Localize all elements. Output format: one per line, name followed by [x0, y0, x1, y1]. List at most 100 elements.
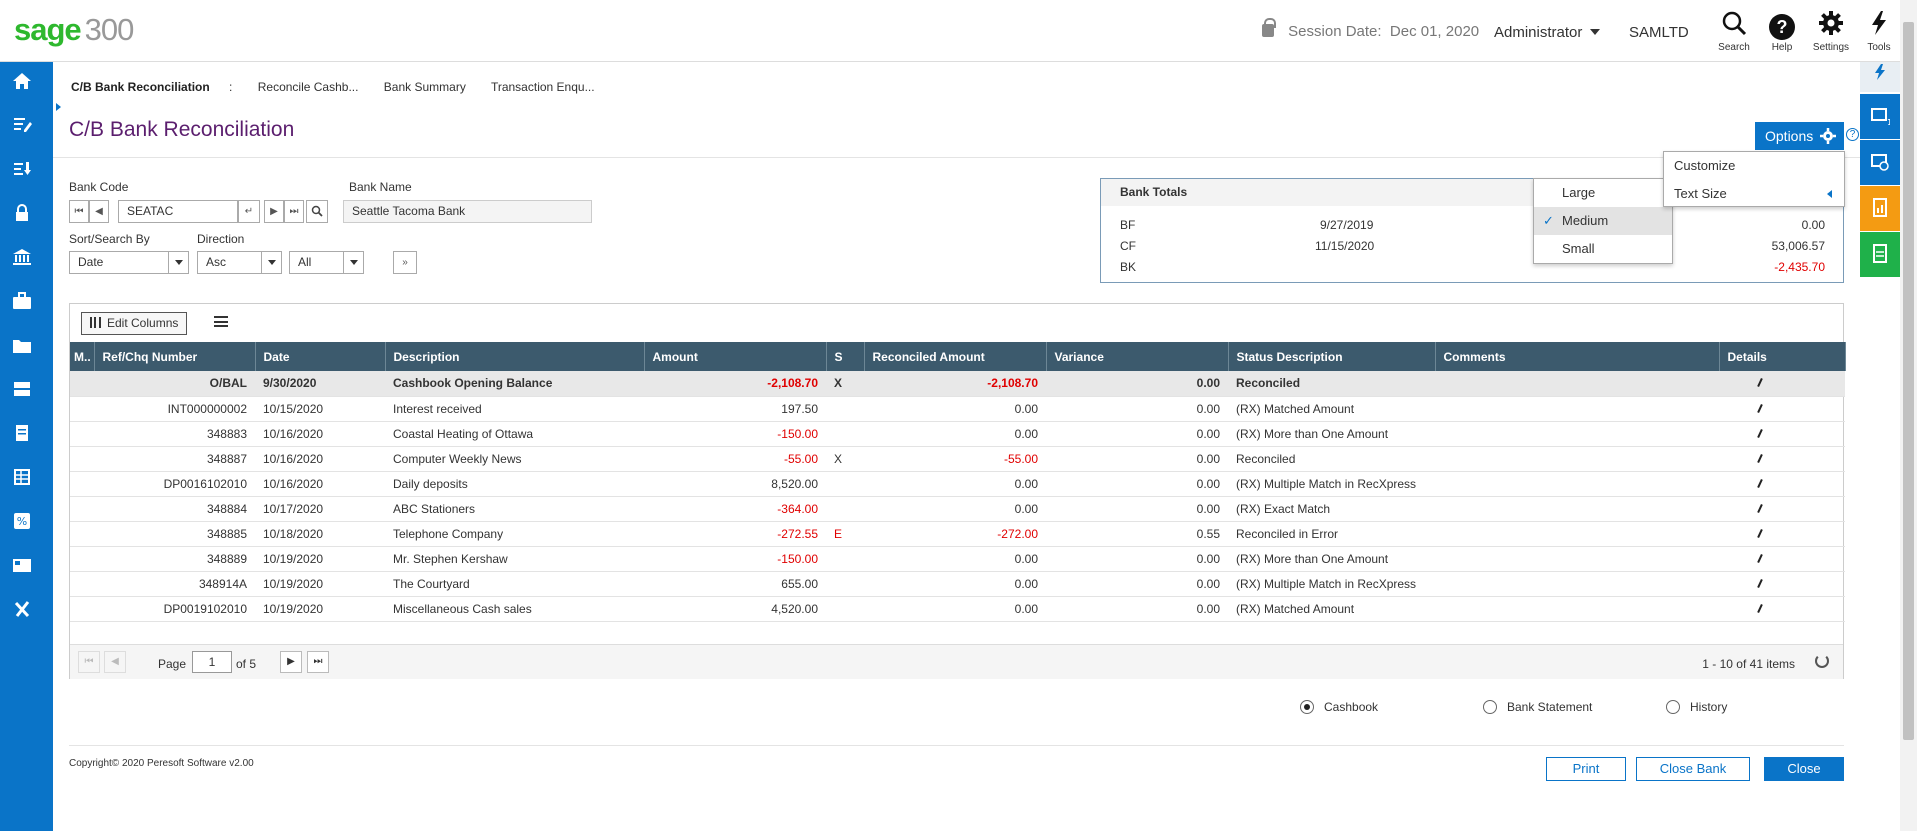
- user-menu[interactable]: Administrator: [1494, 24, 1601, 41]
- column-header-variance[interactable]: Variance: [1046, 342, 1229, 371]
- cell-details[interactable]: [1719, 421, 1845, 447]
- spreadsheet-icon[interactable]: [1860, 232, 1900, 277]
- scrollbar-thumb[interactable]: [1903, 22, 1914, 740]
- table-row[interactable]: 348887 10/16/2020 Computer Weekly News -55.…: [70, 446, 1845, 472]
- window-clock-icon[interactable]: [1860, 140, 1900, 185]
- refresh-icon[interactable]: [1815, 654, 1829, 668]
- table-row[interactable]: 348889 10/19/2020 Mr. Stephen Kershaw -150.…: [70, 546, 1845, 572]
- previous-record-button[interactable]: ◀: [89, 200, 109, 223]
- table-row[interactable]: INT000000002 10/15/2020 Interest received 1…: [70, 396, 1845, 422]
- calculator-icon[interactable]: [10, 556, 34, 578]
- sort-download-icon[interactable]: [10, 160, 34, 182]
- text-size-menu-item[interactable]: Text Size: [1664, 180, 1844, 208]
- pencil-icon[interactable]: [1757, 378, 1763, 388]
- pencil-icon[interactable]: [1757, 528, 1763, 538]
- cell-details[interactable]: [1719, 596, 1845, 622]
- column-header-ref[interactable]: Ref/Chq Number: [94, 342, 256, 371]
- bank-icon[interactable]: [10, 248, 34, 270]
- radio-bank-statement[interactable]: Bank Statement: [1483, 700, 1592, 714]
- pencil-icon[interactable]: [1757, 503, 1763, 513]
- close-button[interactable]: Close: [1764, 757, 1844, 781]
- radio-cashbook[interactable]: Cashbook: [1300, 700, 1378, 714]
- column-header-status[interactable]: Status Description: [1228, 342, 1436, 371]
- help-button[interactable]: ? Help: [1757, 10, 1807, 53]
- last-page-button[interactable]: ⏭: [307, 651, 329, 673]
- document-edit-icon[interactable]: [10, 116, 34, 138]
- last-record-button[interactable]: ⏭: [284, 200, 304, 223]
- document-icon[interactable]: [10, 424, 34, 446]
- search-icon[interactable]: [306, 200, 328, 223]
- column-header-comments[interactable]: Comments: [1435, 342, 1720, 371]
- window-1-icon[interactable]: 1: [1860, 94, 1900, 139]
- breadcrumb-item-bank-reconciliation[interactable]: C/B Bank Reconciliation: [71, 80, 210, 94]
- edit-columns-button[interactable]: Edit Columns: [81, 312, 188, 335]
- sage-logo[interactable]: sage 300: [14, 12, 134, 48]
- table-row[interactable]: DP0016102010 10/16/2020 Daily deposits 8,52…: [70, 471, 1845, 497]
- print-button[interactable]: Print: [1546, 757, 1626, 781]
- close-bank-button[interactable]: Close Bank: [1636, 757, 1750, 781]
- options-button[interactable]: Options: [1755, 122, 1844, 150]
- next-page-button[interactable]: ▶: [280, 651, 302, 673]
- table-row[interactable]: 348883 10/16/2020 Coastal Heating of Ottaw…: [70, 421, 1845, 447]
- previous-page-button[interactable]: ◀: [104, 651, 126, 673]
- help-icon[interactable]: ?: [1846, 128, 1859, 141]
- lightning-icon[interactable]: [1860, 62, 1900, 92]
- column-header-details[interactable]: Details: [1719, 342, 1846, 371]
- breadcrumb-item-reconcile-cashbook[interactable]: Reconcile Cashb...: [258, 80, 359, 94]
- table-row[interactable]: O/BAL 9/30/2020 Cashbook Opening Balance -2…: [70, 371, 1845, 397]
- folders-icon[interactable]: [10, 336, 34, 358]
- first-page-button[interactable]: ⏮: [78, 651, 100, 673]
- text-size-large[interactable]: Large: [1534, 179, 1672, 207]
- enter-icon[interactable]: ↵: [238, 200, 260, 223]
- table-row[interactable]: DP0019102010 10/19/2020 Miscellaneous Cash…: [70, 596, 1845, 622]
- cell-details[interactable]: [1719, 446, 1845, 472]
- expand-arrow-icon[interactable]: [56, 103, 61, 111]
- radio-history[interactable]: History: [1666, 700, 1727, 714]
- pencil-icon[interactable]: [1757, 428, 1763, 438]
- next-record-button[interactable]: ▶: [264, 200, 284, 223]
- percent-icon[interactable]: %: [10, 512, 34, 534]
- text-size-small[interactable]: Small: [1534, 235, 1672, 263]
- sort-search-select[interactable]: Date: [69, 251, 189, 274]
- menu-icon[interactable]: [214, 316, 228, 327]
- customize-menu-item[interactable]: Customize: [1664, 152, 1844, 180]
- filter-select[interactable]: All: [289, 251, 364, 274]
- cell-details[interactable]: [1719, 471, 1845, 497]
- bank-code-input[interactable]: SEATAC: [118, 200, 238, 223]
- server-icon[interactable]: [10, 380, 34, 402]
- tools-button[interactable]: Tools: [1854, 10, 1904, 53]
- column-header-s[interactable]: S: [826, 342, 865, 371]
- breadcrumb-item-bank-summary[interactable]: Bank Summary: [384, 80, 466, 94]
- lock-icon[interactable]: [10, 204, 34, 226]
- table-icon[interactable]: [10, 468, 34, 490]
- text-size-medium[interactable]: ✓ Medium: [1534, 207, 1672, 235]
- table-row[interactable]: 348914A 10/19/2020 The Courtyard 655.00 0.00…: [70, 571, 1845, 597]
- cell-details[interactable]: [1719, 571, 1845, 597]
- pencil-icon[interactable]: [1757, 553, 1763, 563]
- cell-details[interactable]: [1719, 371, 1845, 397]
- column-header-description[interactable]: Description: [385, 342, 645, 371]
- table-row[interactable]: 348885 10/18/2020 Telephone Company -272.55…: [70, 521, 1845, 547]
- home-icon[interactable]: [10, 72, 34, 94]
- briefcase-icon[interactable]: [10, 292, 34, 314]
- pencil-icon[interactable]: [1757, 603, 1763, 613]
- cell-details[interactable]: [1719, 496, 1845, 522]
- pencil-icon[interactable]: [1757, 478, 1763, 488]
- pencil-icon[interactable]: [1757, 403, 1763, 413]
- column-header-date[interactable]: Date: [255, 342, 386, 371]
- pencil-icon[interactable]: [1757, 578, 1763, 588]
- go-forward-button[interactable]: »: [393, 251, 417, 274]
- breadcrumb-item-transaction-enquiry[interactable]: Transaction Enqu...: [491, 80, 595, 94]
- cell-details[interactable]: [1719, 521, 1845, 547]
- search-button[interactable]: Search: [1709, 10, 1759, 53]
- tools-x-icon[interactable]: [10, 600, 34, 622]
- cell-details[interactable]: [1719, 396, 1845, 422]
- direction-select[interactable]: Asc: [197, 251, 282, 274]
- page-input[interactable]: 1: [192, 651, 232, 673]
- report-icon[interactable]: [1860, 186, 1900, 231]
- column-header-reconciled-amount[interactable]: Reconciled Amount: [864, 342, 1047, 371]
- cell-details[interactable]: [1719, 546, 1845, 572]
- column-header-marker[interactable]: M..: [70, 342, 95, 371]
- pencil-icon[interactable]: [1757, 453, 1763, 463]
- first-record-button[interactable]: ⏮: [69, 200, 89, 223]
